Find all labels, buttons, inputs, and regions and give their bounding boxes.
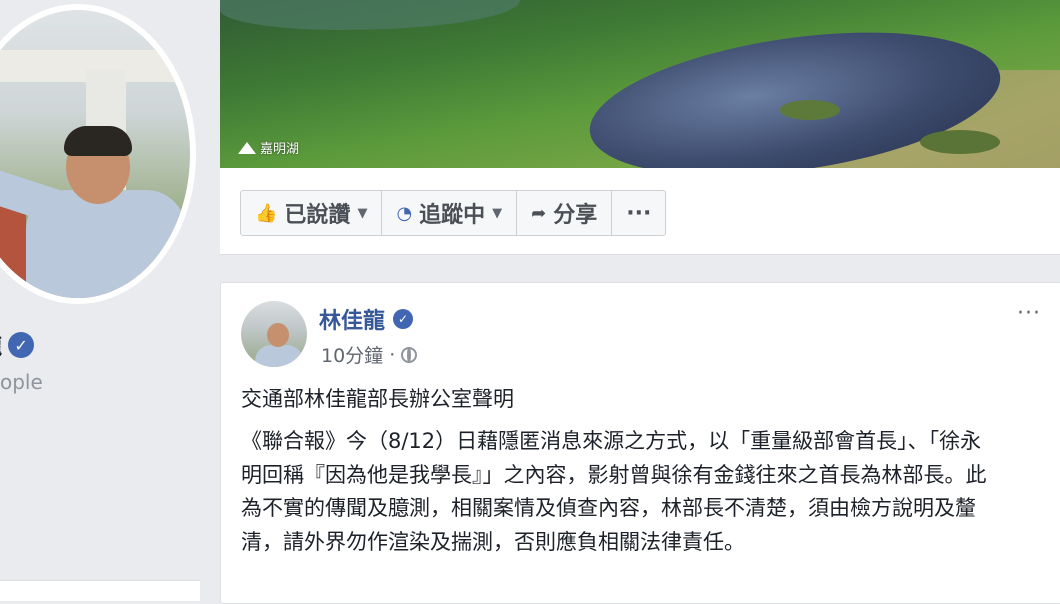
- profile-photo[interactable]: [0, 4, 196, 304]
- post-card: 林佳龍 ✓ 10分鐘 · ··· 交通部林佳龍部長辦公室聲明 《聯合報》今（8/…: [220, 282, 1060, 604]
- avatar[interactable]: [241, 301, 307, 367]
- action-button-group: 👍 已說讚 ▼ ◔ 追蹤中 ▼ ➦ 分享 ···: [240, 190, 667, 236]
- cover-scenery: [920, 130, 1000, 154]
- share-arrow-icon: ➦: [531, 202, 547, 224]
- post-timestamp[interactable]: 10分鐘: [321, 341, 383, 368]
- post-meta: 10分鐘 ·: [321, 341, 418, 368]
- cover-scenery: [780, 100, 840, 120]
- profile-category[interactable]: ople: [0, 370, 43, 394]
- post-author-row: 林佳龍 ✓: [319, 303, 414, 335]
- post-body: 《聯合報》今（8/12）日藉隱匿消息來源之方式，以「重量級部會首長」、「徐永明回…: [241, 429, 987, 554]
- post-author-link[interactable]: 林佳龍: [319, 303, 385, 335]
- mountain-icon: [238, 141, 256, 154]
- following-label: 追蹤中: [419, 203, 486, 228]
- chevron-down-icon: ▼: [492, 205, 503, 221]
- cover-photo[interactable]: 嘉明湖: [220, 0, 1060, 168]
- verified-check-icon: ✓: [8, 332, 35, 358]
- meta-separator: ·: [389, 343, 396, 366]
- avatar-person: [267, 323, 289, 347]
- left-card: [0, 580, 200, 601]
- chevron-down-icon: ▼: [357, 205, 368, 221]
- cover-scenery: [220, 0, 520, 30]
- share-label: 分享: [553, 203, 598, 228]
- liked-button[interactable]: 👍 已說讚 ▼: [241, 191, 383, 235]
- photo-person: [26, 190, 186, 298]
- cover-location-label: 嘉明湖: [260, 142, 300, 157]
- avatar-person: [255, 345, 303, 367]
- rss-icon: ◔: [396, 202, 413, 224]
- verified-check-icon: ✓: [393, 309, 414, 329]
- profile-name-row: 龍 ✓: [0, 329, 35, 361]
- more-options-button[interactable]: ···: [612, 191, 665, 235]
- thumbs-up-icon: 👍: [255, 202, 278, 224]
- globe-icon[interactable]: [401, 346, 418, 363]
- page-action-bar: 👍 已說讚 ▼ ◔ 追蹤中 ▼ ➦ 分享 ···: [220, 168, 1060, 255]
- profile-name[interactable]: 龍: [0, 329, 2, 361]
- post-headline: 交通部林佳龍部長辦公室聲明: [241, 387, 514, 411]
- following-button[interactable]: ◔ 追蹤中 ▼: [382, 191, 518, 235]
- post-options-button[interactable]: ···: [1017, 301, 1041, 326]
- cover-location-tag[interactable]: 嘉明湖: [238, 138, 299, 157]
- more-label: ···: [626, 200, 652, 226]
- liked-label: 已說讚: [284, 203, 351, 228]
- share-button[interactable]: ➦ 分享: [517, 191, 613, 235]
- photo-person: [64, 126, 132, 156]
